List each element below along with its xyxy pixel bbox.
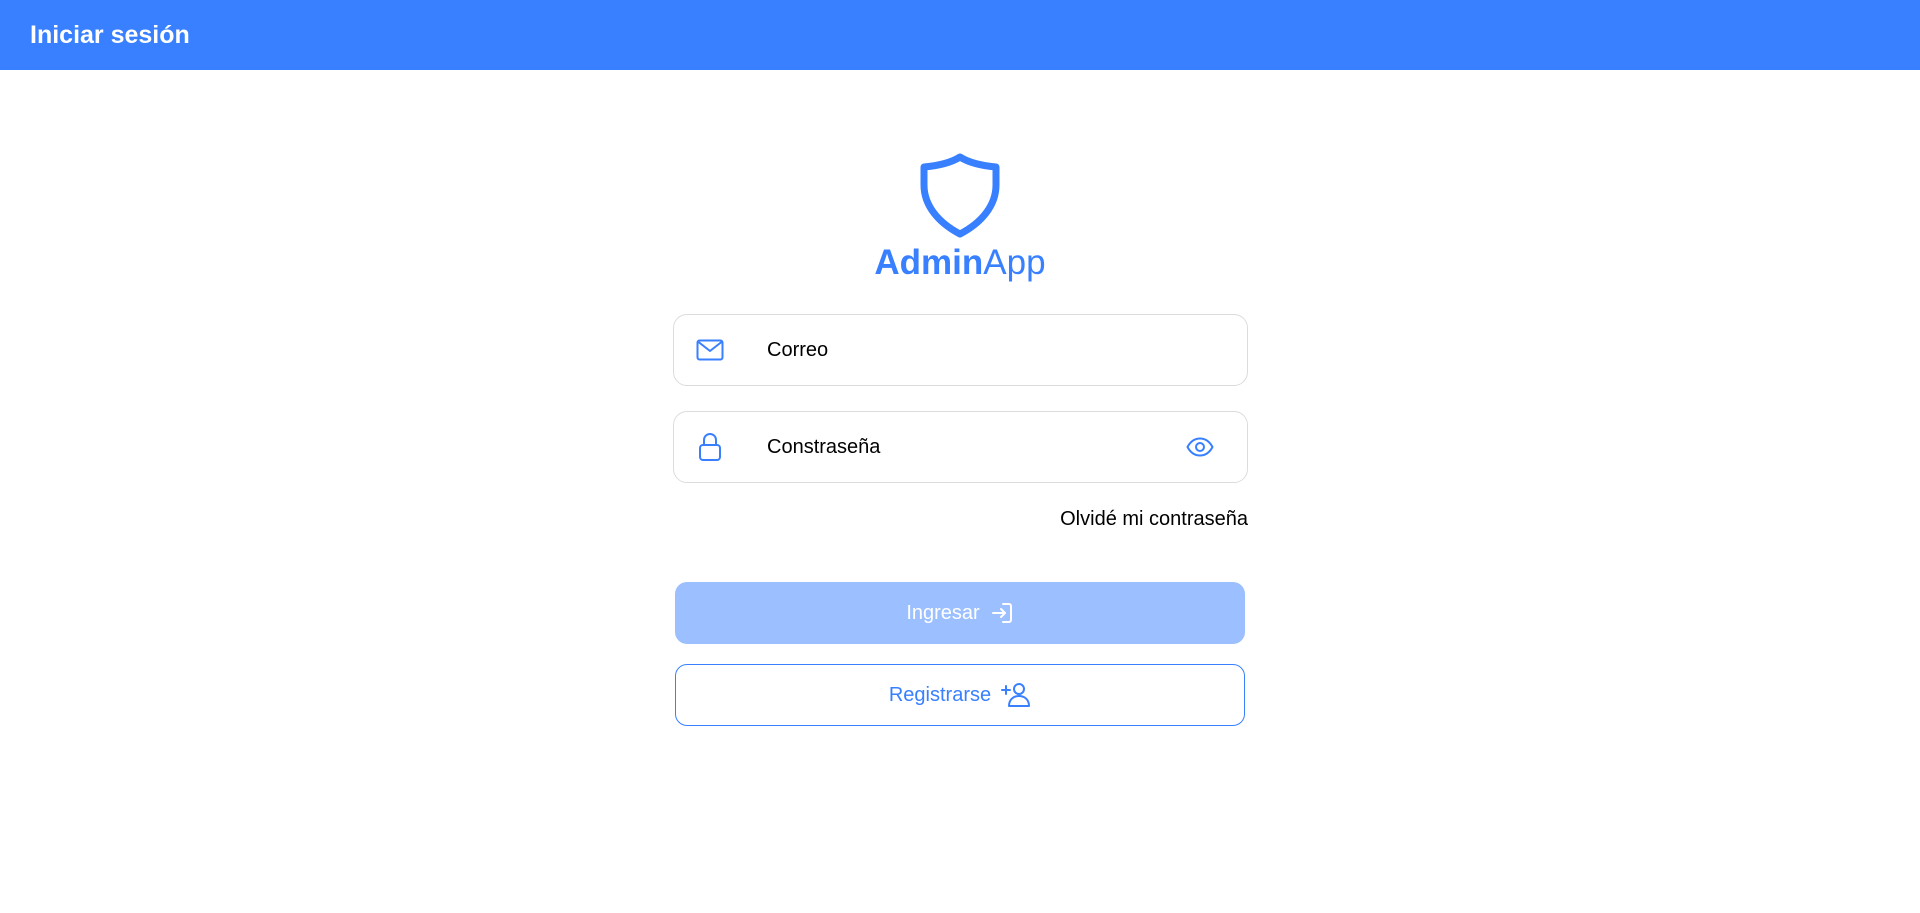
brand-name: AdminApp xyxy=(874,243,1046,283)
login-button[interactable]: Ingresar xyxy=(675,582,1245,644)
email-field[interactable] xyxy=(673,314,1248,386)
shield-icon xyxy=(920,153,1000,238)
logo: AdminApp xyxy=(0,150,1920,283)
login-button-label: Ingresar xyxy=(906,601,980,624)
eye-icon[interactable] xyxy=(1183,430,1217,464)
register-button[interactable]: Registrarse xyxy=(675,664,1245,726)
password-input[interactable] xyxy=(765,412,1183,482)
login-content: AdminApp Olvidé mi contraseña Ingres xyxy=(0,70,1920,913)
mail-icon xyxy=(695,335,725,365)
brand-name-strong: Admin xyxy=(874,243,984,282)
header-toolbar: Iniciar sesión xyxy=(0,0,1920,70)
email-input[interactable] xyxy=(765,315,1247,385)
lock-icon xyxy=(695,432,725,462)
log-in-icon xyxy=(990,601,1014,625)
page-title: Iniciar sesión xyxy=(30,20,190,49)
forgot-password-link[interactable]: Olvidé mi contraseña xyxy=(1060,508,1248,531)
register-button-label: Registrarse xyxy=(888,683,992,706)
brand-name-light: App xyxy=(983,243,1046,282)
add-user-icon xyxy=(1001,682,1031,708)
password-field[interactable] xyxy=(673,411,1248,483)
